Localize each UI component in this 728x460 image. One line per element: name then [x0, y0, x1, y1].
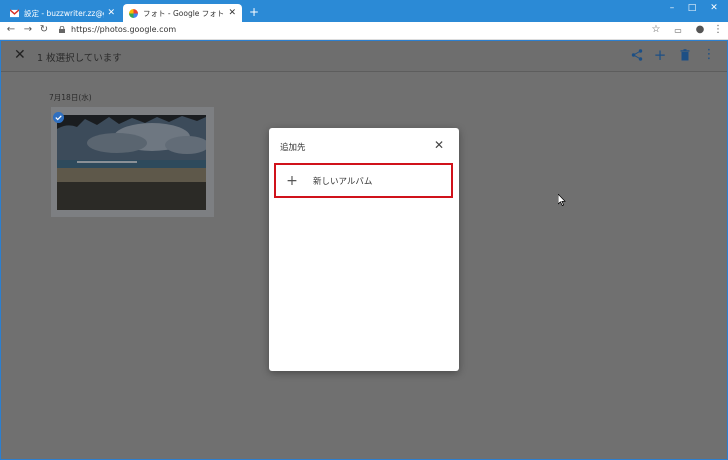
dialog-close-icon[interactable]: ✕: [432, 138, 446, 152]
new-tab-plus-icon[interactable]: +: [249, 5, 259, 19]
browser-title-bar: 設定 - buzzwriter.zz@gmail.com ✕ フォト - Goo…: [0, 0, 728, 22]
lock-icon: [59, 26, 65, 33]
tab-settings-gmail[interactable]: 設定 - buzzwriter.zz@gmail.com ✕: [4, 4, 121, 22]
mouse-cursor-icon: [558, 194, 566, 206]
delete-icon[interactable]: [678, 48, 692, 62]
selected-check-icon[interactable]: [53, 112, 64, 123]
selection-app-bar: ✕ 1 枚選択しています + ⋮: [1, 41, 727, 72]
account-icon[interactable]: ●: [694, 24, 706, 35]
dialog-title: 追加先: [280, 143, 306, 153]
gmail-icon: [10, 8, 19, 17]
date-header: 7月18日(水): [49, 93, 92, 102]
close-selection-icon[interactable]: ✕: [14, 47, 26, 63]
selection-count: 1 枚選択しています: [37, 53, 122, 64]
tab-close-icon[interactable]: ✕: [107, 8, 115, 18]
add-to-dialog: 追加先 ✕ + 新しいアルバム: [269, 128, 459, 371]
photo-tile-selected[interactable]: [51, 107, 214, 217]
share-icon[interactable]: [630, 48, 644, 62]
tab-title: フォト - Google フォト: [143, 8, 225, 18]
more-vert-icon[interactable]: ⋮: [702, 48, 716, 62]
new-album-button[interactable]: + 新しいアルバム: [274, 163, 453, 198]
address-bar[interactable]: https://photos.google.com: [71, 25, 176, 34]
cast-icon[interactable]: ▭: [672, 26, 684, 35]
back-arrow-icon[interactable]: ←: [5, 24, 17, 35]
tab-title: 設定 - buzzwriter.zz@gmail.com: [24, 8, 104, 18]
browser-menu-icon[interactable]: ⋮: [712, 24, 724, 35]
google-photos-icon: [129, 8, 138, 18]
minimize-icon[interactable]: –: [665, 3, 679, 13]
bookmark-star-icon[interactable]: ☆: [650, 24, 662, 35]
plus-icon: +: [286, 172, 298, 189]
forward-arrow-icon[interactable]: →: [22, 24, 34, 35]
new-album-label: 新しいアルバム: [313, 176, 373, 187]
close-window-icon[interactable]: ✕: [707, 3, 721, 13]
tab-google-photos[interactable]: フォト - Google フォト ✕: [123, 4, 242, 22]
maximize-icon[interactable]: □: [685, 3, 699, 13]
tab-close-icon[interactable]: ✕: [228, 8, 236, 18]
add-icon[interactable]: +: [653, 48, 667, 63]
browser-toolbar: ← → ↻ https://photos.google.com ☆ ▭ ● ⋮: [0, 22, 728, 40]
reload-icon[interactable]: ↻: [38, 24, 50, 35]
beach-photo: [57, 115, 206, 210]
